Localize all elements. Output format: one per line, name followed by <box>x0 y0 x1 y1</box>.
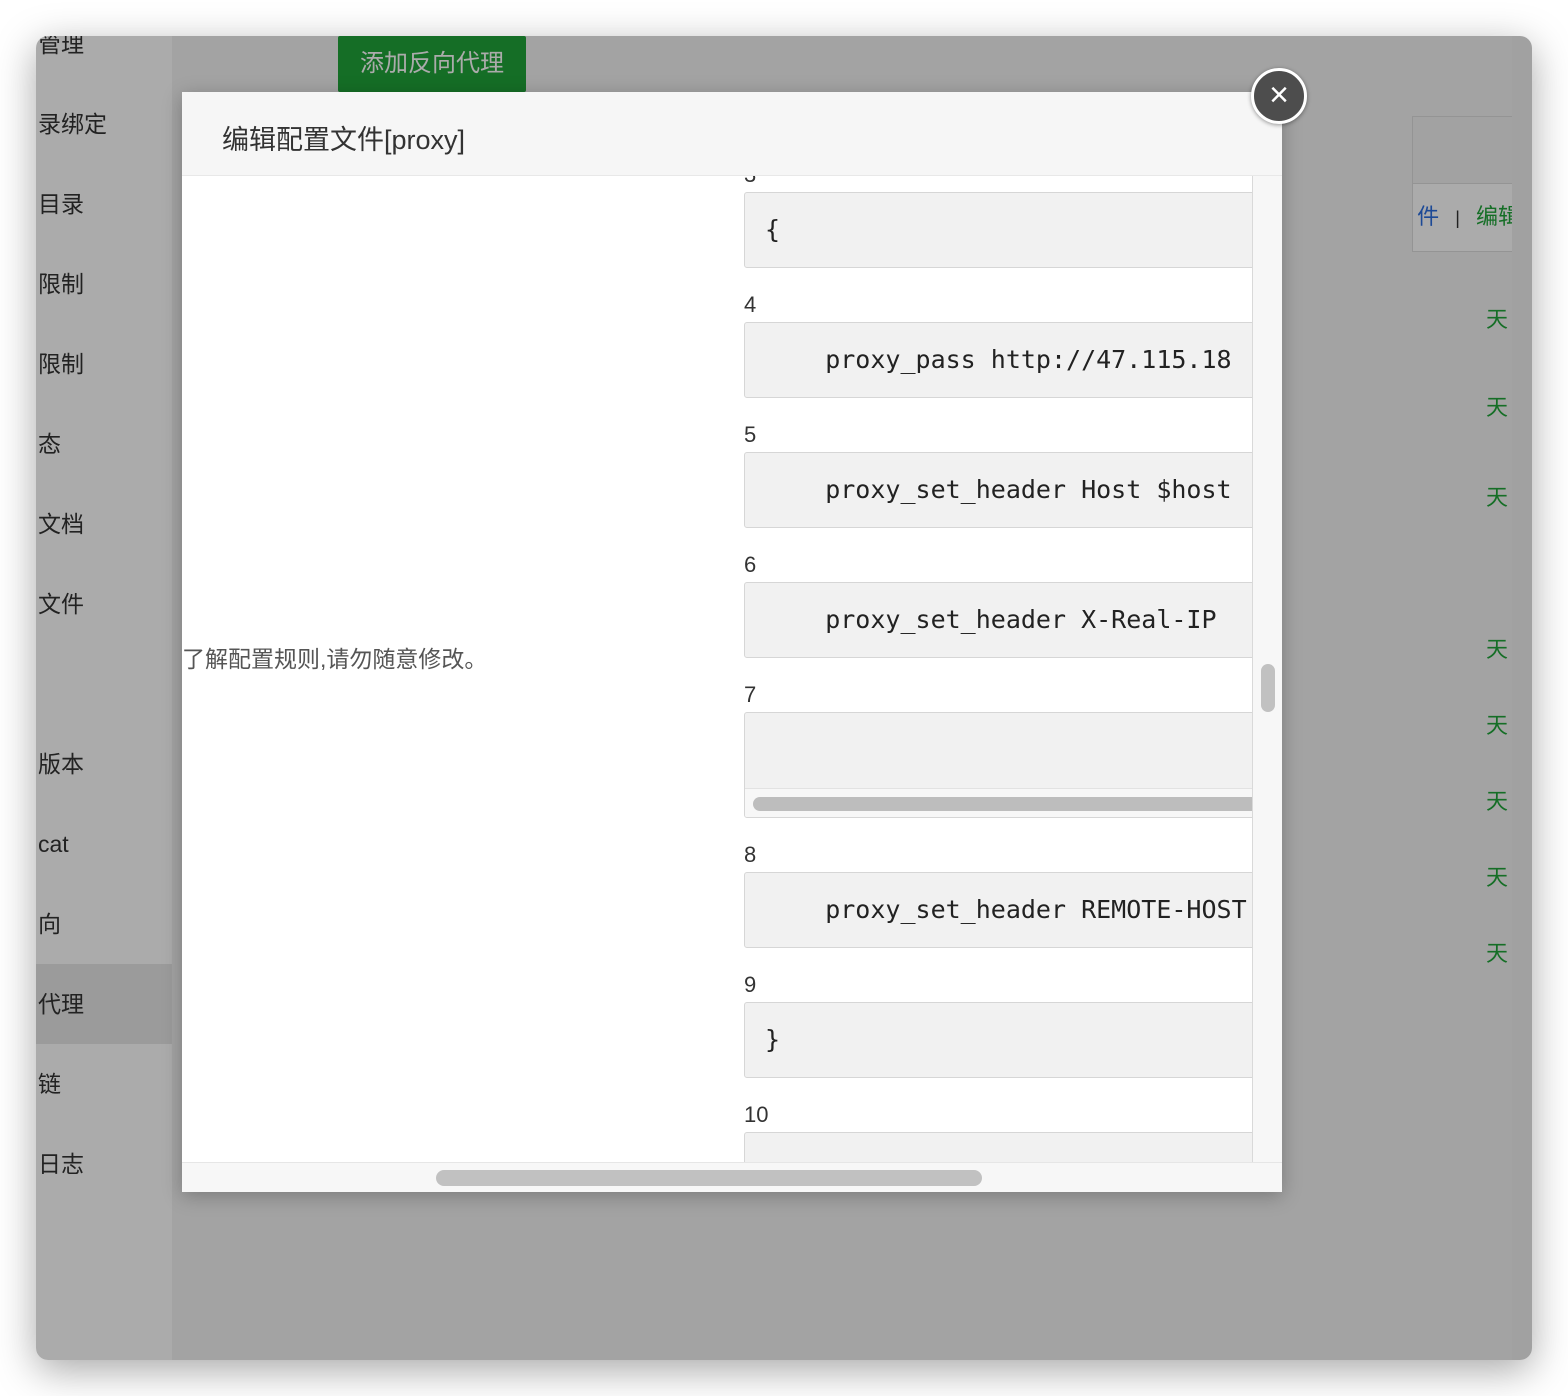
config-line[interactable]: } <box>744 1002 1252 1078</box>
config-line[interactable]: proxy_set_header X-Forwarde <box>744 712 1252 818</box>
config-line[interactable]: proxy_set_header X-Real-IP <box>744 582 1252 658</box>
config-line[interactable] <box>744 1132 1252 1162</box>
config-warning-text: 了解配置规则,请勿随意修改。 <box>182 646 488 672</box>
close-icon[interactable]: × <box>1251 68 1307 124</box>
horizontal-scrollbar-thumb[interactable] <box>436 1170 982 1186</box>
line-number: 8 <box>744 842 757 867</box>
modal-header: 编辑配置文件[proxy] <box>182 92 1282 176</box>
line-number: 9 <box>744 972 757 997</box>
config-editor: 3 { 4 proxy_pass http://47.115.18 5 prox… <box>744 176 1252 1162</box>
config-line[interactable]: { <box>744 192 1252 268</box>
config-line[interactable]: proxy_pass http://47.115.18 <box>744 322 1252 398</box>
modal-body: 了解配置规则,请勿随意修改。 3 { 4 proxy_pass http://4… <box>182 176 1282 1162</box>
vertical-scrollbar-thumb[interactable] <box>1261 664 1275 712</box>
line-number: 3 <box>744 176 756 188</box>
line-number: 4 <box>744 292 757 317</box>
line-number: 6 <box>744 552 757 577</box>
config-line[interactable]: proxy_set_header Host $host <box>744 452 1252 528</box>
line-number: 7 <box>744 682 757 707</box>
line-number: 5 <box>744 422 757 447</box>
modal-title: 编辑配置文件[proxy] <box>222 125 466 155</box>
edit-config-modal: 编辑配置文件[proxy] × 了解配置规则,请勿随意修改。 3 { 4 pro… <box>182 68 1307 1192</box>
app-window: 管理 录绑定 目录 限制 限制 态 文档 文件 版本 cat 向 代理 链 日志… <box>36 36 1532 1360</box>
line-scrollbar-thumb[interactable] <box>753 797 1252 811</box>
config-line[interactable]: proxy_set_header REMOTE-HOST <box>744 872 1252 948</box>
line-number: 10 <box>744 1102 769 1127</box>
